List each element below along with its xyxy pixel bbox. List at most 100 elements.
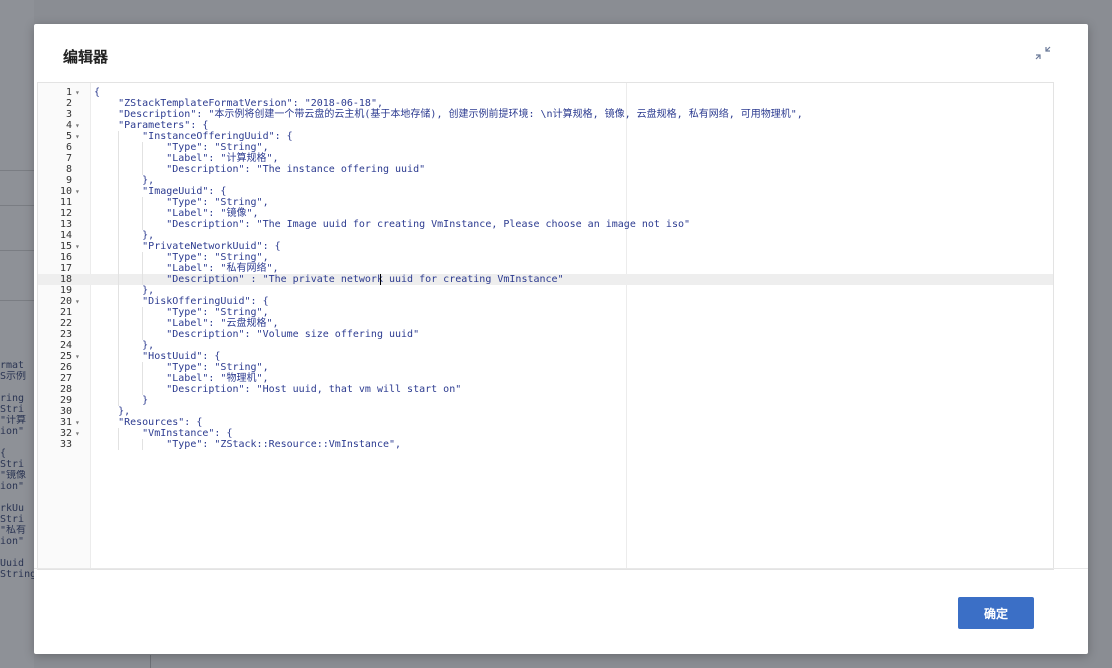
background-divider [0,300,34,301]
fold-toggle-icon[interactable]: ▾ [75,417,80,428]
line-number: 17 [59,263,72,274]
line-number: 4 [65,120,72,131]
code-line[interactable]: 22 "Label": "云盘规格", [38,318,1053,329]
code-line[interactable]: 8 "Description": "The instance offering u… [38,164,1053,175]
code-text: "Type": "String", [166,252,269,263]
code-line[interactable]: 19}, [38,285,1053,296]
code-line[interactable]: 2 "ZStackTemplateFormatVersion": "2018-06… [38,98,1053,109]
code-text: "Type": "String", [166,307,269,318]
code-text: "Description": "Host uuid, that vm will … [166,384,462,395]
collapse-icon[interactable] [1034,44,1052,62]
indent-guide [118,131,120,142]
indent-guide [118,340,120,351]
line-number: 1 [65,87,72,98]
code-text: }, [142,340,155,351]
indent-guide [118,318,120,329]
text-cursor [380,274,381,285]
fold-toggle-icon[interactable]: ▾ [75,428,80,439]
code-line[interactable]: 24}, [38,340,1053,351]
indent-guide [142,263,144,274]
line-number: 2 [65,98,72,109]
code-line[interactable]: 1 ▾ { [38,87,1053,98]
code-line[interactable]: 16 "Type": "String", [38,252,1053,263]
background-code-line: Uuid [0,558,25,569]
indent-guide [142,307,144,318]
code-line[interactable]: 4 ▾ "Parameters": { [38,120,1053,131]
code-line[interactable]: 30}, [38,406,1053,417]
fold-toggle-icon[interactable]: ▾ [75,296,80,307]
fold-toggle-icon[interactable]: ▾ [75,131,80,142]
code-line[interactable]: 7 "Label": "计算规格", [38,153,1053,164]
code-line[interactable]: 18 "Description" : "The private network u… [38,274,1053,285]
line-number: 28 [59,384,72,395]
code-line[interactable]: 27 "Label": "物理机", [38,373,1053,384]
line-number: 6 [65,142,72,153]
code-text: "Type": "ZStack::Resource::VmInstance", [166,439,402,450]
indent-guide [118,439,120,450]
code-line[interactable]: 15 ▾ "PrivateNetworkUuid": { [38,241,1053,252]
indent-guide [118,252,120,263]
code-line[interactable]: 26 "Type": "String", [38,362,1053,373]
background-code-line: rkUu [0,503,25,514]
background-code-line: ion" [0,481,25,492]
indent-guide [142,164,144,175]
confirm-button[interactable]: 确定 [958,597,1034,629]
code-text: { [94,87,101,98]
code-editor[interactable]: 1 ▾{2 "ZStackTemplateFormatVersion": "2018… [37,82,1054,570]
indent-guide [118,285,120,296]
line-number: 20 [59,296,72,307]
code-line[interactable]: 28 "Description": "Host uuid, that vm wil… [38,384,1053,395]
code-line[interactable]: 6 "Type": "String", [38,142,1053,153]
code-line[interactable]: 25 ▾ "HostUuid": { [38,351,1053,362]
fold-toggle-icon[interactable]: ▾ [75,186,80,197]
indent-guide [118,263,120,274]
code-text: }, [142,230,155,241]
line-number: 8 [65,164,72,175]
fold-toggle-icon[interactable]: ▾ [75,87,80,98]
indent-guide [142,208,144,219]
footer-divider [34,568,1088,569]
line-number: 22 [59,318,72,329]
code-line[interactable]: 33 "Type": "ZStack::Resource::VmInstance"… [38,439,1053,450]
code-line[interactable]: 14}, [38,230,1053,241]
indent-guide [118,274,120,285]
line-number: 29 [59,395,72,406]
code-text: }, [142,285,155,296]
code-line[interactable]: 29} [38,395,1053,406]
code-line[interactable]: 20 ▾ "DiskOfferingUuid": { [38,296,1053,307]
indent-guide [118,395,120,406]
code-text: "Description": "The instance offering uu… [166,164,426,175]
line-number: 18 [59,274,72,285]
indent-guide [118,142,120,153]
code-line[interactable]: 3 "Description": "本示例将创建一个带云盘的云主机(基于本地存储)… [38,109,1053,120]
code-line[interactable]: 31 ▾ "Resources": { [38,417,1053,428]
code-line[interactable]: 12 "Label": "镜像", [38,208,1053,219]
code-line[interactable]: 21 "Type": "String", [38,307,1053,318]
fold-toggle-icon[interactable]: ▾ [75,351,80,362]
code-line[interactable]: 11 "Type": "String", [38,197,1053,208]
code-text: "Label": "云盘规格", [166,318,279,329]
fold-toggle-icon[interactable]: ▾ [75,241,80,252]
indent-guide [118,241,120,252]
background-code-line: S示例 [0,371,27,382]
indent-guide [142,373,144,384]
code-line[interactable]: 5 ▾ "InstanceOfferingUuid": { [38,131,1053,142]
indent-guide [118,428,120,439]
background-code-line [0,437,34,448]
code-line[interactable]: 23 "Description": "Volume size offering u… [38,329,1053,340]
code-line[interactable]: 10 ▾ "ImageUuid": { [38,186,1053,197]
code-line[interactable]: 32 ▾ "VmInstance": { [38,428,1053,439]
code-text: "Description": "本示例将创建一个带云盘的云主机(基于本地存储),… [118,109,803,120]
line-number: 7 [65,153,72,164]
code-line[interactable]: 9}, [38,175,1053,186]
line-number: 19 [59,285,72,296]
code-line[interactable]: 13 "Description": "The Image uuid for cre… [38,219,1053,230]
line-number: 25 [59,351,72,362]
indent-guide [142,318,144,329]
code-line[interactable]: 17 "Label": "私有网络", [38,263,1053,274]
line-number: 16 [59,252,72,263]
fold-toggle-icon[interactable]: ▾ [75,120,80,131]
code-text: "Parameters": { [118,120,209,131]
line-number: 31 [59,417,72,428]
code-text: "Description": "Volume size offering uui… [166,329,420,340]
